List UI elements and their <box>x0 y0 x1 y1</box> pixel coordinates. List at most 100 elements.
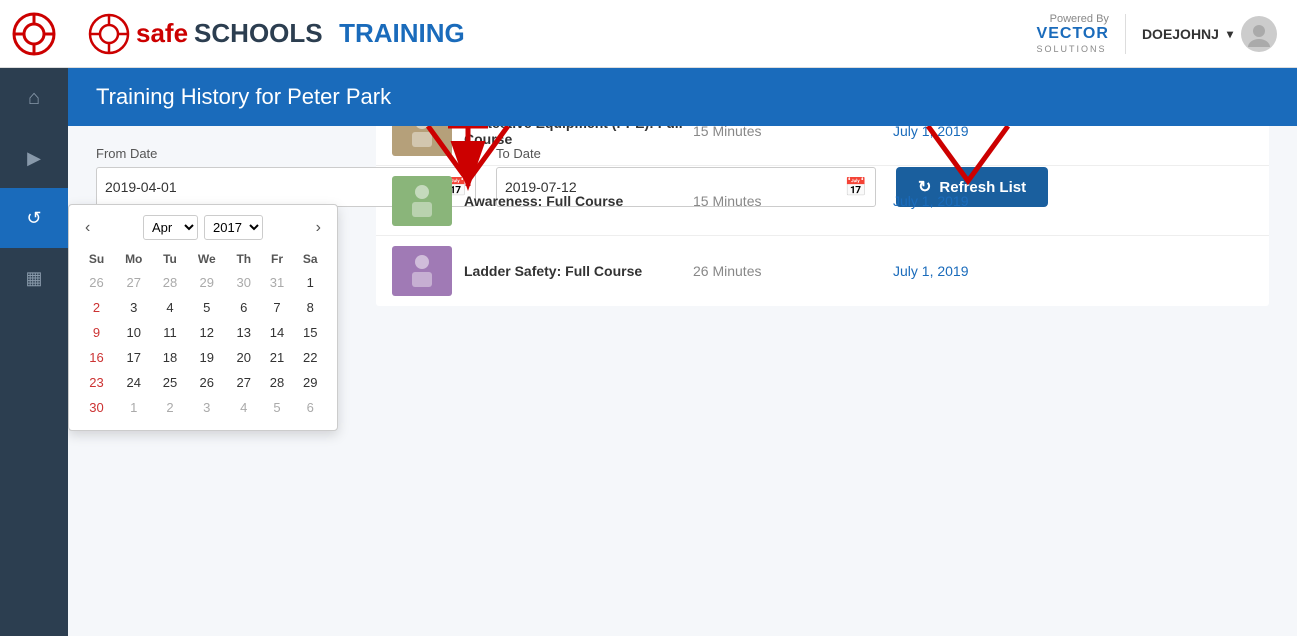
cal-day-header: Fr <box>261 248 294 270</box>
sidebar-item-home[interactable]: ⌂ <box>0 68 68 128</box>
calendar-day[interactable]: 30 <box>79 395 114 420</box>
vector-logo: VECTOR SOLUTIONS <box>1037 25 1109 55</box>
topnav-right: Powered By VECTOR SOLUTIONS DOEJOHNJ ▾ <box>1037 13 1277 55</box>
user-menu[interactable]: DOEJOHNJ ▾ <box>1142 16 1277 52</box>
topnav: safeSCHOOLS TRAINING Powered By VECTOR S… <box>68 0 1297 68</box>
content-area: From Date 📅 To Date 📅 ↻ Refresh List <box>68 126 1297 636</box>
completion-date-cell: July 1, 2019 <box>893 126 1093 139</box>
course-title: Protective Equipment (PPE): Full Course <box>464 126 693 147</box>
course-cell: Ladder Safety: Full Course <box>392 246 693 296</box>
course-title: Awareness: Full Course <box>464 193 623 209</box>
play-icon: ▶ <box>27 148 41 169</box>
calendar-day[interactable]: 15 <box>293 320 327 345</box>
calendar-day[interactable]: 27 <box>227 370 260 395</box>
calendar-day[interactable]: 4 <box>153 295 186 320</box>
page-subtitle: for Peter Park <box>249 84 391 109</box>
reports-icon: ▦ <box>25 268 42 289</box>
logo-safe: safe <box>136 18 188 49</box>
calendar-day[interactable]: 3 <box>114 295 154 320</box>
calendar-day[interactable]: 31 <box>261 270 294 295</box>
calendar-day[interactable]: 21 <box>261 345 294 370</box>
course-thumbnail <box>392 246 452 296</box>
logo-training: TRAINING <box>339 18 465 49</box>
calendar-day[interactable]: 3 <box>186 395 227 420</box>
page-header: Training History for Peter Park <box>68 68 1297 126</box>
brand-logo-icon <box>88 13 130 55</box>
sidebar: ⌂ ▶ ↺ ▦ <box>0 0 68 636</box>
calendar-day[interactable]: 26 <box>186 370 227 395</box>
calendar-day[interactable]: 8 <box>293 295 327 320</box>
history-icon: ↺ <box>26 208 41 229</box>
calendar-day[interactable]: 7 <box>261 295 294 320</box>
calendar-day[interactable]: 11 <box>153 320 186 345</box>
calendar-next-button[interactable]: › <box>310 217 327 239</box>
calendar-day[interactable]: 17 <box>114 345 154 370</box>
sidebar-item-play[interactable]: ▶ <box>0 128 68 188</box>
main-content: safeSCHOOLS TRAINING Powered By VECTOR S… <box>68 0 1297 636</box>
calendar-day[interactable]: 30 <box>227 270 260 295</box>
time-required-cell: 26 Minutes <box>693 263 893 279</box>
home-icon: ⌂ <box>28 87 40 110</box>
calendar-day[interactable]: 1 <box>293 270 327 295</box>
course-thumbnail <box>392 176 452 226</box>
calendar-day[interactable]: 29 <box>186 270 227 295</box>
page-title: Training History <box>96 84 249 109</box>
calendar-day[interactable]: 20 <box>227 345 260 370</box>
avatar <box>1241 16 1277 52</box>
completion-date-cell: July 1, 2019 <box>893 263 1093 279</box>
powered-by: Powered By VECTOR SOLUTIONS <box>1037 13 1109 55</box>
cal-day-header: Tu <box>153 248 186 270</box>
table-row: Ladder Safety: Full Course 26 MinutesJuly… <box>376 236 1269 306</box>
time-required-cell: 15 Minutes <box>693 193 893 209</box>
calendar-day[interactable]: 9 <box>79 320 114 345</box>
calendar-day[interactable]: 28 <box>261 370 294 395</box>
completion-date-cell: July 1, 2019 <box>893 193 1093 209</box>
calendar-prev-button[interactable]: ‹ <box>79 217 96 239</box>
calendar-popup: ‹ JanFebMarApr MayJunJulAug SepOctNovDec… <box>68 204 338 431</box>
dropdown-arrow-icon: ▾ <box>1227 27 1233 41</box>
time-required-cell: 15 Minutes <box>693 126 893 139</box>
calendar-day[interactable]: 27 <box>114 270 154 295</box>
calendar-day[interactable]: 18 <box>153 345 186 370</box>
calendar-day[interactable]: 22 <box>293 345 327 370</box>
calendar-day[interactable]: 29 <box>293 370 327 395</box>
calendar-day[interactable]: 2 <box>153 395 186 420</box>
calendar-day[interactable]: 10 <box>114 320 154 345</box>
calendar-month-select[interactable]: JanFebMarApr MayJunJulAug SepOctNovDec <box>143 215 198 240</box>
calendar-day[interactable]: 12 <box>186 320 227 345</box>
calendar-day[interactable]: 4 <box>227 395 260 420</box>
calendar-year-select[interactable]: 20152016201720182019 <box>204 215 263 240</box>
calendar-day[interactable]: 1 <box>114 395 154 420</box>
cal-day-header: Sa <box>293 248 327 270</box>
course-thumbnail <box>392 126 452 156</box>
course-title: Ladder Safety: Full Course <box>464 263 642 279</box>
sidebar-item-reports[interactable]: ▦ <box>0 248 68 308</box>
course-cell: Awareness: Full Course <box>392 176 693 226</box>
calendar-day[interactable]: 13 <box>227 320 260 345</box>
calendar-day[interactable]: 26 <box>79 270 114 295</box>
course-cell: Protective Equipment (PPE): Full Course <box>392 126 693 156</box>
nav-divider <box>1125 14 1126 54</box>
sidebar-item-history[interactable]: ↺ <box>0 188 68 248</box>
calendar-day[interactable]: 6 <box>293 395 327 420</box>
calendar-day[interactable]: 6 <box>227 295 260 320</box>
username-label: DOEJOHNJ <box>1142 26 1219 42</box>
logo-area: safeSCHOOLS TRAINING <box>88 13 465 55</box>
calendar-day[interactable]: 25 <box>153 370 186 395</box>
calendar-day[interactable]: 19 <box>186 345 227 370</box>
sidebar-logo <box>0 0 68 68</box>
calendar-nav: ‹ JanFebMarApr MayJunJulAug SepOctNovDec… <box>79 215 327 240</box>
calendar-day[interactable]: 23 <box>79 370 114 395</box>
calendar-day[interactable]: 14 <box>261 320 294 345</box>
calendar-grid: SuMoTuWeThFrSa 2627282930311234567891011… <box>79 248 327 420</box>
calendar-day[interactable]: 16 <box>79 345 114 370</box>
cal-day-header: Su <box>79 248 114 270</box>
cal-day-header: Mo <box>114 248 154 270</box>
user-avatar-icon <box>1246 21 1272 47</box>
calendar-day[interactable]: 5 <box>186 295 227 320</box>
calendar-day[interactable]: 5 <box>261 395 294 420</box>
calendar-day[interactable]: 24 <box>114 370 154 395</box>
calendar-selects: JanFebMarApr MayJunJulAug SepOctNovDec 2… <box>143 215 263 240</box>
calendar-day[interactable]: 28 <box>153 270 186 295</box>
calendar-day[interactable]: 2 <box>79 295 114 320</box>
